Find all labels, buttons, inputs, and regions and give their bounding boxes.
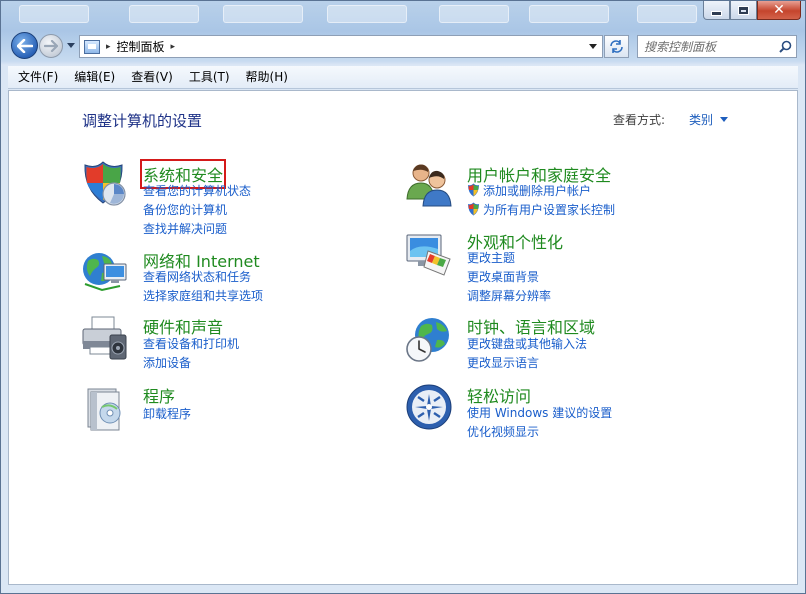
link-homegroup-sharing[interactable]: 选择家庭组和共享选项 xyxy=(143,287,263,304)
chevron-down-icon xyxy=(67,43,75,48)
window-bottom-border xyxy=(8,586,798,592)
close-icon: ✕ xyxy=(773,2,785,18)
taskbar-ghost-6 xyxy=(529,5,609,23)
caption-buttons: ✕ xyxy=(703,1,801,20)
link-change-display-language[interactable]: 更改显示语言 xyxy=(467,354,539,371)
back-button[interactable] xyxy=(11,32,38,59)
link-optimize-video-display[interactable]: 优化视频显示 xyxy=(467,423,539,440)
menu-help[interactable]: 帮助(H) xyxy=(235,67,293,88)
search-icon[interactable] xyxy=(774,40,796,53)
menu-bar: 文件(F) 编辑(E) 查看(V) 工具(T) 帮助(H) xyxy=(8,66,798,89)
control-panel-window: ✕ ▸ 控制面板 ▸ 搜索控制面板 文件(F) 编辑(E) 查看(V) 工具(T… xyxy=(0,0,806,594)
monitor-palette-icon xyxy=(406,234,451,276)
menu-edit[interactable]: 编辑(E) xyxy=(63,67,120,88)
globe-clock-icon xyxy=(406,318,449,362)
address-bar[interactable]: ▸ 控制面板 ▸ xyxy=(79,35,603,58)
search-input[interactable] xyxy=(638,36,774,57)
breadcrumb-trail-arrow[interactable]: ▸ xyxy=(171,42,176,52)
taskbar-ghost-1 xyxy=(19,5,89,23)
link-adjust-resolution[interactable]: 调整屏幕分辨率 xyxy=(467,287,551,304)
link-backup-computer[interactable]: 备份您的计算机 xyxy=(143,201,227,218)
search-box[interactable] xyxy=(637,35,797,58)
content-pane: 调整计算机的设置 查看方式: 类别 系统和安全 查看您的计算机状态 备份您的计算… xyxy=(8,90,798,585)
close-button[interactable]: ✕ xyxy=(757,1,801,20)
recent-pages-button[interactable] xyxy=(66,41,76,51)
ease-of-access-icon xyxy=(406,384,452,430)
forward-button[interactable] xyxy=(39,34,63,58)
link-add-remove-accounts[interactable]: 添加或删除用户帐户 xyxy=(467,182,591,199)
menu-view[interactable]: 查看(V) xyxy=(120,67,178,88)
taskbar-ghost-2 xyxy=(129,5,199,23)
menu-file[interactable]: 文件(F) xyxy=(8,67,63,88)
chevron-down-icon xyxy=(589,44,597,49)
maximize-icon xyxy=(738,5,749,15)
taskbar-ghost-7 xyxy=(637,5,697,23)
link-devices-printers[interactable]: 查看设备和打印机 xyxy=(143,335,239,352)
taskbar-ghost-5 xyxy=(439,5,509,23)
breadcrumb-separator[interactable]: ▸ xyxy=(106,42,111,52)
users-icon xyxy=(406,164,452,207)
link-add-device[interactable]: 添加设备 xyxy=(143,354,191,371)
forward-arrow-icon xyxy=(44,40,58,52)
back-arrow-icon xyxy=(16,38,33,53)
maximize-button[interactable] xyxy=(730,1,757,20)
control-panel-icon xyxy=(84,39,100,54)
link-view-computer-status[interactable]: 查看您的计算机状态 xyxy=(143,182,251,199)
link-parental-controls-label: 为所有用户设置家长控制 xyxy=(483,203,616,217)
title-bar[interactable]: ✕ xyxy=(1,1,805,27)
link-uninstall-program[interactable]: 卸载程序 xyxy=(143,405,191,422)
link-network-status[interactable]: 查看网络状态和任务 xyxy=(143,268,251,285)
address-history-button[interactable] xyxy=(584,36,602,57)
uac-shield-icon xyxy=(468,183,479,197)
link-parental-controls[interactable]: 为所有用户设置家长控制 xyxy=(467,201,615,218)
page-title: 调整计算机的设置 xyxy=(82,112,203,130)
link-change-desktop-background[interactable]: 更改桌面背景 xyxy=(467,268,539,285)
shield-icon xyxy=(84,161,126,206)
menu-tools[interactable]: 工具(T) xyxy=(178,67,235,88)
link-add-remove-accounts-label: 添加或删除用户帐户 xyxy=(483,184,592,198)
chevron-down-icon[interactable] xyxy=(720,117,729,122)
programs-icon xyxy=(87,388,121,431)
minimize-icon xyxy=(711,10,722,16)
minimize-button[interactable] xyxy=(703,1,730,20)
category-title-programs[interactable]: 程序 xyxy=(143,383,175,407)
globe-network-icon xyxy=(83,253,127,292)
uac-shield-icon xyxy=(468,202,479,216)
taskbar-ghost-4 xyxy=(327,5,407,23)
navigation-bar: ▸ 控制面板 ▸ xyxy=(1,29,805,63)
view-by-label: 查看方式: xyxy=(613,113,666,127)
refresh-icon xyxy=(610,40,623,53)
printer-icon xyxy=(82,316,127,360)
link-change-theme[interactable]: 更改主题 xyxy=(467,249,515,266)
view-by-dropdown[interactable]: 类别 xyxy=(689,111,713,128)
link-troubleshoot[interactable]: 查找并解决问题 xyxy=(143,220,227,237)
refresh-button[interactable] xyxy=(604,35,629,58)
link-windows-recommended-settings[interactable]: 使用 Windows 建议的设置 xyxy=(467,404,612,421)
link-change-input-method[interactable]: 更改键盘或其他输入法 xyxy=(467,335,587,352)
taskbar-ghost-3 xyxy=(223,5,303,23)
view-by-control: 查看方式: 类别 xyxy=(613,111,729,128)
breadcrumb-control-panel[interactable]: 控制面板 xyxy=(117,38,165,55)
